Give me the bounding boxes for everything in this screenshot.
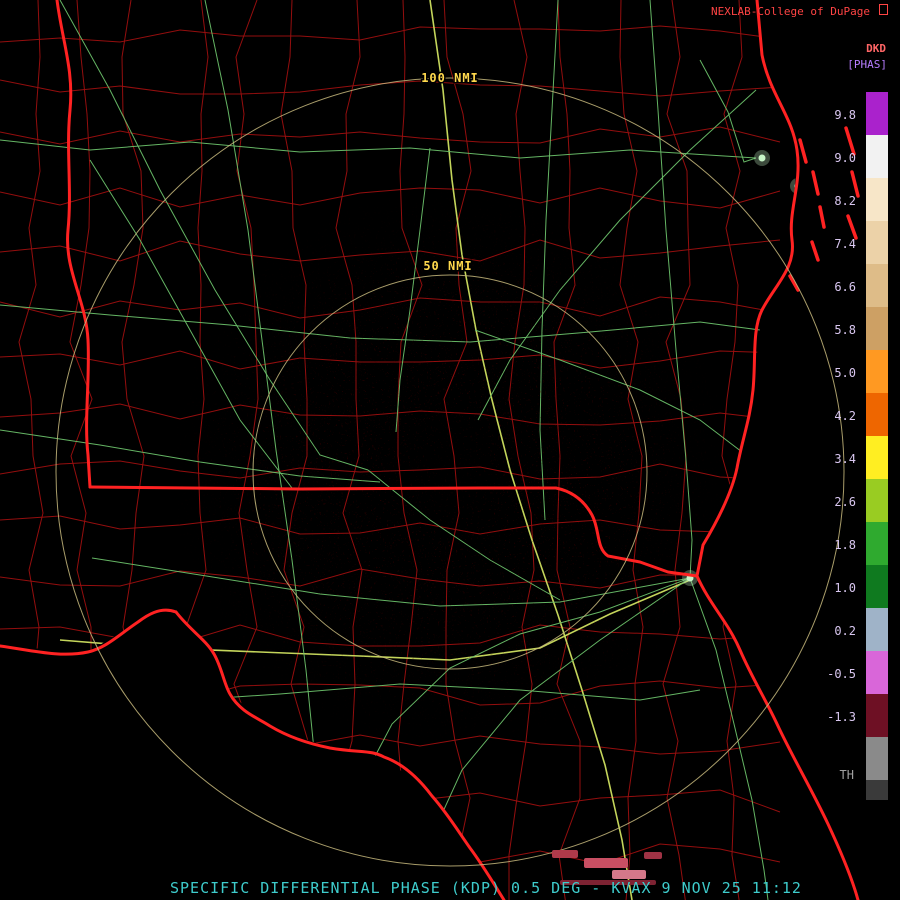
colorbar-segment [866,264,888,307]
colorbar-segment [866,307,888,350]
map-line [0,25,781,43]
cod-logo-icon [879,4,888,15]
ring-label-100nmi: 100 NMI [421,71,479,85]
radar-map: 100 NMI 50 NMI [0,0,860,900]
product-unit: [PHAS] [847,58,887,71]
map-line [0,789,781,813]
map-line [18,0,44,900]
colorbar-th-label: TH [839,768,854,782]
colorbar-segment [866,522,888,565]
colorbar-segment [866,565,888,608]
colorbar-segment [866,178,888,221]
barrier-islands [788,126,860,292]
state-border-west [55,0,92,489]
colorbar-segment [866,393,888,436]
echo-blob [644,852,662,859]
colorbar-segment [866,694,888,737]
radar-display: 100 NMI 50 NMI NEXLAB-College of DuPage … [0,0,900,900]
colorbar-segment [866,479,888,522]
city-dot [758,154,766,162]
colorbar-segment [866,221,888,264]
echo-blob [612,870,646,879]
colorbar-segment [866,651,888,694]
colorbar-segment [866,92,888,135]
map-line [699,59,757,163]
echo-blob [552,850,578,858]
product-code: DKD [866,42,886,55]
ring-label-50nmi: 50 NMI [423,259,472,273]
map-line [0,126,781,145]
colorbar-segment [866,350,888,393]
colorbar-segment [866,737,888,780]
colorbar-segment [866,780,888,800]
colorbar-segment [866,608,888,651]
echo-blob [584,858,628,868]
colorbar [866,92,888,800]
status-bar: SPECIFIC DIFFERENTIAL PHASE (KDP) 0.5 DE… [170,879,802,897]
site-attribution: NEXLAB-College of DuPage [711,5,870,18]
colorbar-segment [866,436,888,479]
map-line [0,139,757,159]
colorbar-segment [866,135,888,178]
